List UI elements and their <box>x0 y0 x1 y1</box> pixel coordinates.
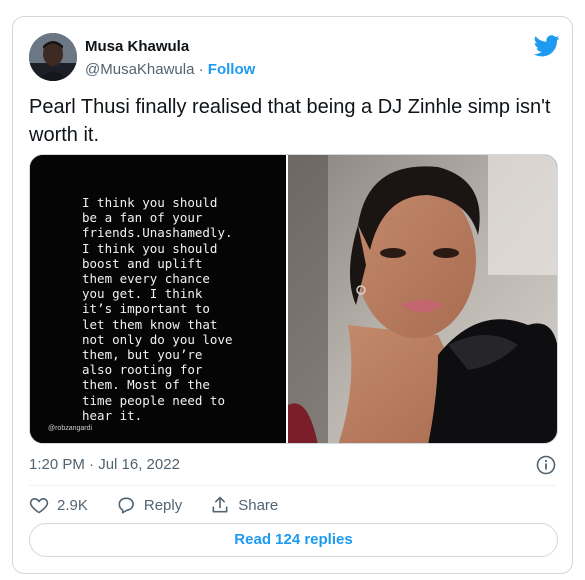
heart-icon <box>29 498 49 514</box>
handle-line: @MusaKhawula · Follow <box>85 60 255 80</box>
action-bar: 2.9K Reply Share <box>29 493 306 517</box>
tweet-card: Musa Khawula @MusaKhawula · Follow Pearl… <box>12 16 573 574</box>
read-replies-button[interactable]: Read 124 replies <box>29 523 558 557</box>
like-count: 2.9K <box>57 496 88 514</box>
reply-label: Reply <box>143 496 183 514</box>
reply-button[interactable]: Reply <box>116 495 182 515</box>
info-icon[interactable] <box>536 455 556 475</box>
share-icon <box>212 496 228 513</box>
author-info: Musa Khawula @MusaKhawula · Follow <box>85 37 255 80</box>
divider <box>29 485 556 486</box>
timestamp[interactable]: 1:20 PM · Jul 16, 2022 <box>29 455 180 475</box>
reply-icon <box>118 497 134 514</box>
handle[interactable]: @MusaKhawula <box>85 61 194 78</box>
quote-image[interactable]: I think you should be a fan of your frie… <box>30 155 286 443</box>
like-button[interactable]: 2.9K <box>29 495 88 515</box>
watermark: @robzangardi <box>48 425 93 432</box>
tweet-text: Pearl Thusi finally realised that being … <box>29 96 551 146</box>
quote-text: I think you should be a fan of your frie… <box>82 195 233 423</box>
follow-button[interactable]: Follow <box>208 61 256 78</box>
media-grid[interactable]: I think you should be a fan of your frie… <box>29 154 558 444</box>
display-name[interactable]: Musa Khawula <box>85 37 255 57</box>
avatar[interactable] <box>29 33 77 81</box>
portrait-photo[interactable] <box>288 155 557 443</box>
twitter-bird-icon[interactable] <box>534 35 560 57</box>
share-label: Share <box>238 496 279 514</box>
separator: · <box>198 61 204 78</box>
share-button[interactable]: Share <box>210 495 278 515</box>
